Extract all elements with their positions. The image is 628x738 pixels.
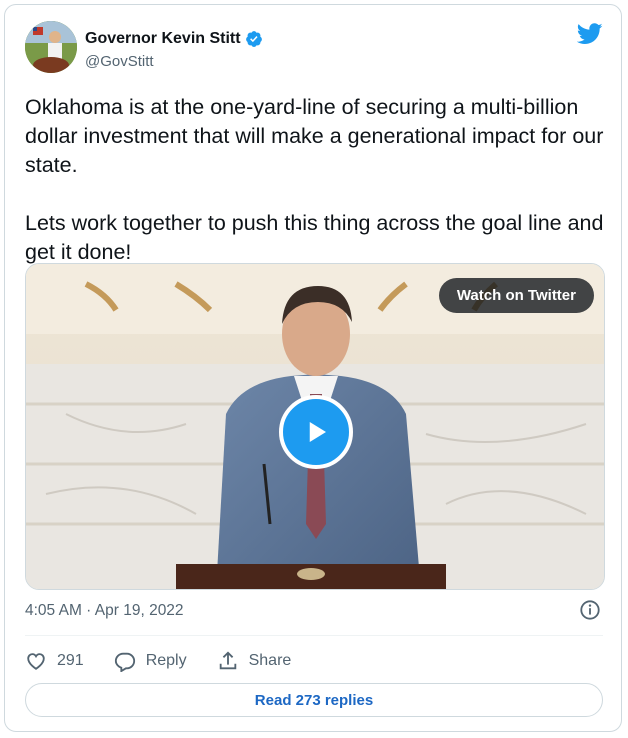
like-button[interactable]: 291 bbox=[25, 650, 84, 672]
tweet-actions: 291 Reply Share bbox=[25, 646, 321, 676]
author-name-text[interactable]: Governor Kevin Stitt bbox=[85, 30, 241, 48]
author-handle[interactable]: @GovStitt bbox=[85, 53, 154, 70]
divider bbox=[25, 635, 603, 636]
reply-label: Reply bbox=[145, 652, 187, 669]
verified-badge-icon bbox=[245, 31, 262, 47]
heart-icon bbox=[27, 653, 45, 670]
video-thumbnail[interactable]: Watch on Twitter bbox=[25, 263, 605, 590]
twitter-bird-icon[interactable] bbox=[577, 23, 603, 45]
play-icon bbox=[309, 422, 326, 442]
like-count: 291 bbox=[57, 652, 84, 669]
share-label: Share bbox=[248, 652, 292, 669]
tweet-paragraph-1: Oklahoma is at the one-yard-line of secu… bbox=[25, 95, 604, 177]
avatar[interactable] bbox=[25, 21, 77, 73]
tweet-card: Governor Kevin Stitt @GovStitt Oklahoma … bbox=[4, 4, 622, 732]
share-button[interactable]: Share bbox=[217, 650, 292, 672]
reply-button[interactable]: Reply bbox=[114, 650, 187, 672]
info-icon[interactable] bbox=[579, 599, 601, 621]
watch-on-twitter-button[interactable]: Watch on Twitter bbox=[438, 278, 594, 313]
play-button[interactable] bbox=[279, 395, 353, 469]
tweet-paragraph-2: Lets work together to push this thing ac… bbox=[25, 211, 604, 264]
share-icon bbox=[219, 651, 236, 670]
read-replies-button[interactable]: Read 273 replies bbox=[25, 683, 603, 717]
author-name[interactable]: Governor Kevin Stitt bbox=[85, 30, 263, 48]
reply-icon bbox=[114, 652, 135, 672]
tweet-timestamp[interactable]: 4:05 AM · Apr 19, 2022 bbox=[25, 602, 184, 620]
tweet-text: Oklahoma is at the one-yard-line of secu… bbox=[25, 93, 605, 267]
